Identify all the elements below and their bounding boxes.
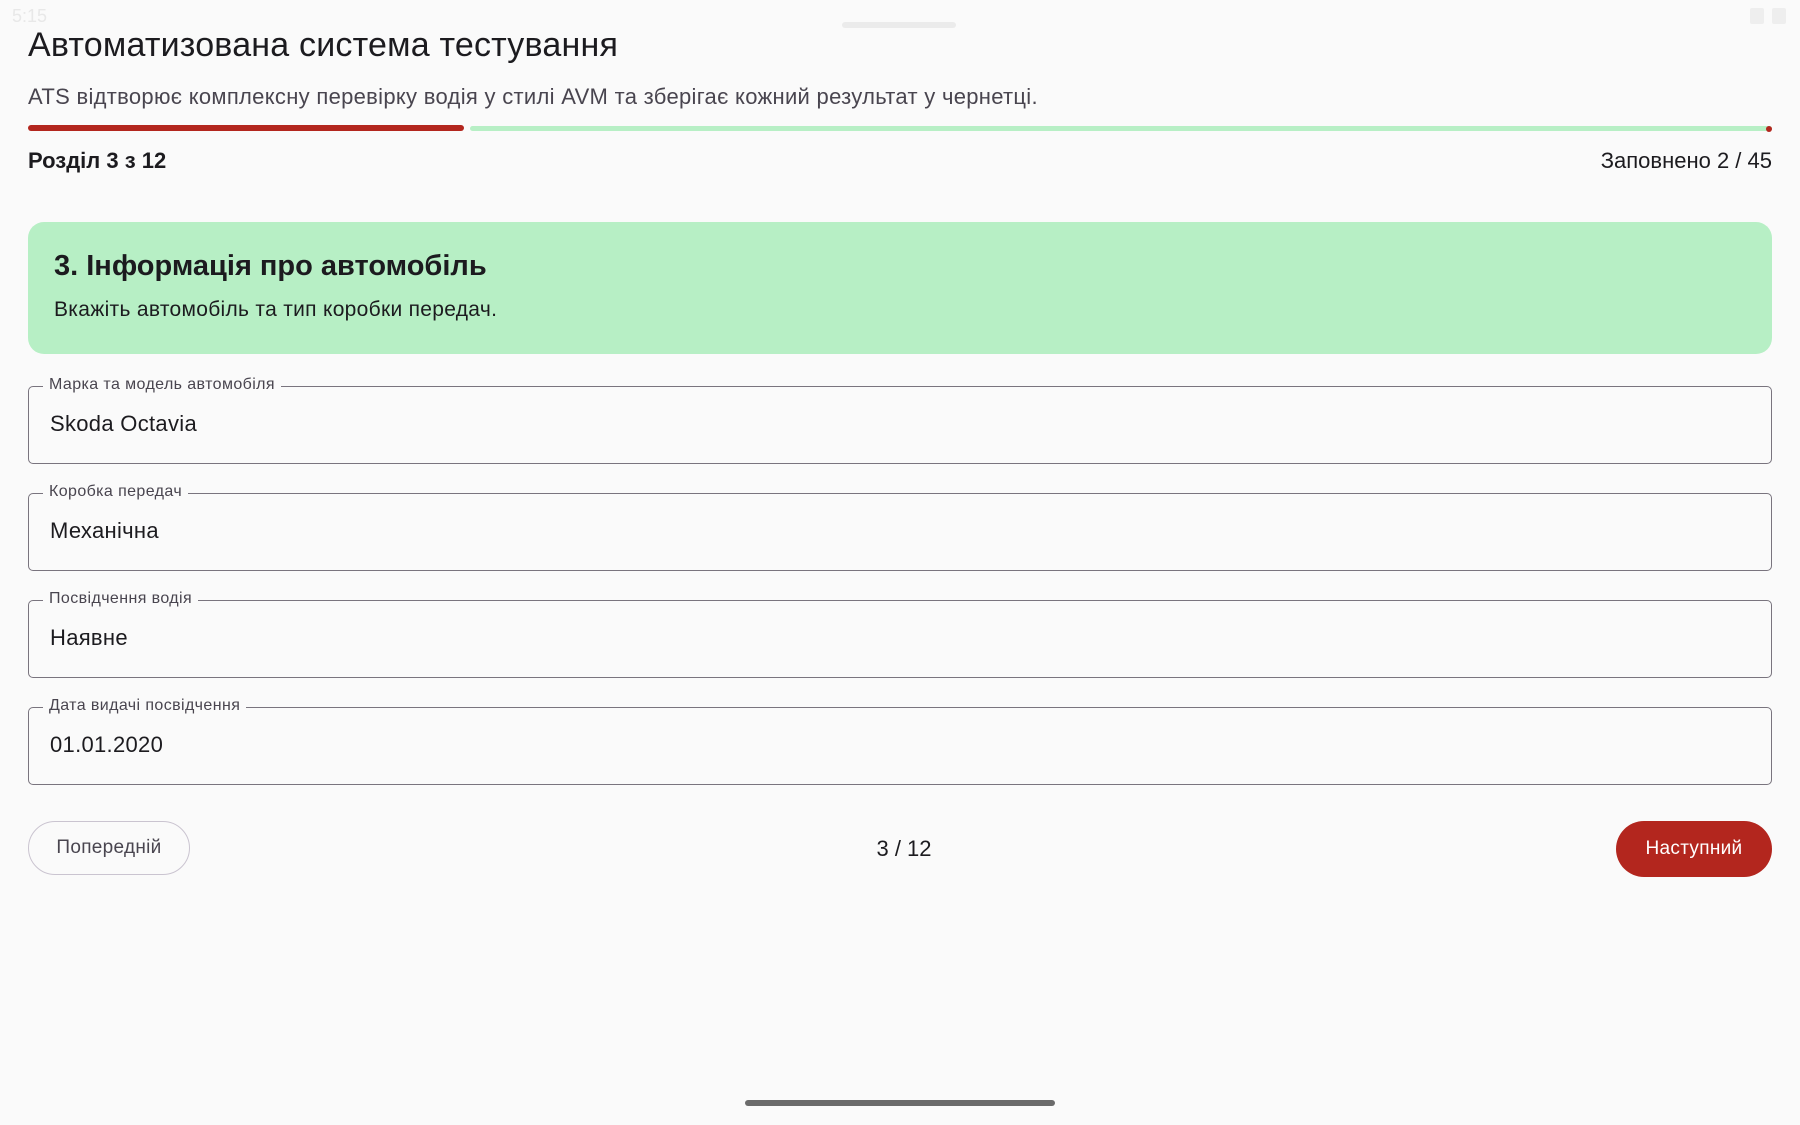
wifi-icon	[1750, 8, 1764, 24]
progress-stop-indicator	[1766, 126, 1772, 132]
section-header-card: 3. Інформація про автомобіль Вкажіть авт…	[28, 222, 1772, 354]
next-button[interactable]: Наступний	[1616, 821, 1772, 877]
filled-counter: Заповнено 2 / 45	[1600, 148, 1772, 173]
field-value[interactable]: 01.01.2020	[50, 732, 163, 758]
page-title: Автоматизована система тестування	[28, 26, 619, 64]
section-progress-bar	[28, 125, 1772, 133]
field-value[interactable]: Skoda Octavia	[50, 411, 197, 437]
field-value[interactable]: Механічна	[50, 518, 159, 544]
driver-license-field[interactable]: Посвідчення водія Наявне	[28, 590, 1772, 678]
field-label: Коробка передач	[43, 483, 189, 501]
battery-icon	[1772, 8, 1786, 24]
gearbox-field[interactable]: Коробка передач Механічна	[28, 483, 1772, 571]
field-label: Марка та модель автомобіля	[43, 376, 281, 394]
field-label: Дата видачі посвідчення	[43, 697, 247, 715]
drag-handle	[842, 22, 956, 28]
page-indicator: 3 / 12	[876, 836, 932, 861]
car-model-field[interactable]: Марка та модель автомобіля Skoda Octavia	[28, 376, 1772, 464]
section-title: 3. Інформація про автомобіль	[54, 250, 487, 282]
progress-fill	[28, 125, 464, 131]
status-time: 5:15	[12, 6, 48, 26]
section-description: Вкажіть автомобіль та тип коробки переда…	[54, 298, 498, 321]
home-indicator	[745, 1100, 1055, 1106]
license-issue-date-field[interactable]: Дата видачі посвідчення 01.01.2020	[28, 697, 1772, 785]
status-icons	[1750, 8, 1786, 24]
page-subtitle: ATS відтворює комплексну перевірку водія…	[28, 84, 1038, 109]
section-counter: Розділ 3 з 12	[28, 148, 167, 173]
progress-track	[470, 126, 1772, 131]
field-label: Посвідчення водія	[43, 590, 199, 608]
field-value[interactable]: Наявне	[50, 625, 128, 651]
